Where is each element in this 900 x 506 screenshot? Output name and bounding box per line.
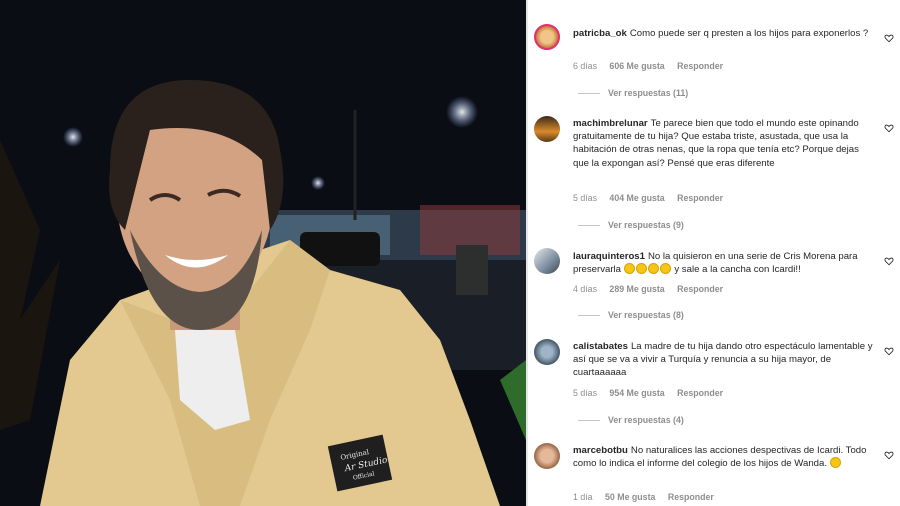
comment-meta: 4 días 289 Me gusta Responder [573,284,733,294]
avatar[interactable] [534,248,560,274]
comment-username[interactable]: machimbrelunar [573,118,648,129]
street-light [446,96,478,128]
like-heart-icon[interactable] [884,256,894,266]
replies-divider [578,420,600,422]
comment-likes[interactable]: 289 Me gusta [609,284,664,294]
view-replies-label: Ver respuestas (4) [608,415,684,425]
reply-button[interactable]: Responder [677,284,723,294]
photo-illustration: Original Ar Studio Official [0,0,526,506]
comment-likes[interactable]: 50 Me gusta [605,492,655,502]
avatar[interactable] [534,443,560,469]
replies-divider [578,315,600,317]
photo: Original Ar Studio Official [0,0,526,506]
replies-divider [578,225,600,227]
view-replies-label: Ver respuestas (8) [608,310,684,320]
comment-username[interactable]: calistabates [573,341,628,352]
replies-divider [578,93,600,95]
comment-time: 6 días [573,61,597,71]
comment-time: 5 días [573,193,597,203]
comment-username[interactable]: patricba_ok [573,28,627,39]
comment-time: 4 días [573,284,597,294]
comment-meta: 5 días 954 Me gusta Responder [573,388,733,398]
comment-time: 5 días [573,388,597,398]
avatar[interactable] [534,24,560,50]
comment-meta: 5 días 404 Me gusta Responder [573,193,733,203]
view-replies-label: Ver respuestas (11) [608,88,689,98]
view-replies-label: Ver respuestas (9) [608,220,684,230]
laughing-emoji-icon [623,263,672,275]
comment-text-continued: y sale a la cancha con Icardi!! [674,264,801,276]
comment-likes[interactable]: 404 Me gusta [609,193,664,203]
comment-meta: 1 día 50 Me gusta Responder [573,492,724,502]
view-replies-button[interactable]: Ver respuestas (9) [578,220,684,230]
comment-meta: 6 días 606 Me gusta Responder [573,61,733,71]
comment-likes[interactable]: 606 Me gusta [609,61,664,71]
reply-button[interactable]: Responder [677,193,723,203]
reply-button[interactable]: Responder [677,388,723,398]
emoji-icon [829,457,841,469]
view-replies-button[interactable]: Ver respuestas (11) [578,88,688,98]
comment-username[interactable]: marcebotbu [573,445,628,456]
comment-time: 1 día [573,492,593,502]
like-heart-icon[interactable] [884,346,894,356]
view-replies-button[interactable]: Ver respuestas (4) [578,415,684,425]
avatar[interactable] [534,116,560,142]
comment-username[interactable]: lauraquinteros1 [573,251,645,262]
avatar[interactable] [534,339,560,365]
like-heart-icon[interactable] [884,33,894,43]
comments-panel: patricba_ok Como puede ser q presten a lo… [528,0,900,506]
reply-button[interactable]: Responder [677,61,723,71]
like-heart-icon[interactable] [884,123,894,133]
comment-text: Como puede ser q presten a los hijos par… [629,28,869,39]
like-heart-icon[interactable] [884,450,894,460]
comment-likes[interactable]: 954 Me gusta [609,388,664,398]
view-replies-button[interactable]: Ver respuestas (8) [578,310,684,320]
reply-button[interactable]: Responder [668,492,714,502]
